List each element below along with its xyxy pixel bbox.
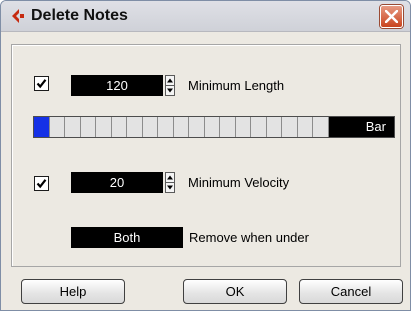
min-length-checkbox[interactable] [34, 76, 49, 91]
title-bar[interactable]: Delete Notes [1, 1, 410, 32]
decrement-button[interactable] [166, 183, 174, 192]
bar-cell[interactable] [220, 117, 236, 137]
ok-button[interactable]: OK [183, 279, 287, 304]
bar-cell[interactable] [65, 117, 81, 137]
bar-cell[interactable] [127, 117, 143, 137]
bar-cell[interactable] [96, 117, 112, 137]
bar-position-strip[interactable]: Bar [33, 116, 395, 138]
bar-cell[interactable] [189, 117, 205, 137]
close-icon [385, 10, 398, 23]
checkmark-icon [36, 79, 47, 89]
bar-cell[interactable] [297, 117, 313, 137]
min-velocity-label: Minimum Velocity [188, 175, 290, 190]
cancel-button[interactable]: Cancel [299, 279, 403, 304]
min-velocity-spinner[interactable] [165, 172, 175, 193]
min-velocity-field[interactable]: 20 [71, 172, 163, 193]
bar-cell[interactable] [158, 117, 174, 137]
min-length-spinner[interactable] [165, 75, 175, 96]
delete-notes-dialog: Delete Notes 120 Minimum Length Bar 20 M… [0, 0, 411, 311]
min-velocity-checkbox[interactable] [34, 176, 49, 191]
bar-cell[interactable] [34, 117, 50, 137]
bar-cell[interactable] [142, 117, 158, 137]
bar-cell[interactable] [49, 117, 65, 137]
min-length-label: Minimum Length [188, 78, 285, 93]
arrow-down-icon [167, 185, 173, 190]
bar-cell[interactable] [111, 117, 127, 137]
checkmark-icon [36, 179, 47, 189]
bar-cell[interactable] [204, 117, 220, 137]
min-length-field[interactable]: 120 [71, 75, 163, 96]
arrow-up-icon [167, 78, 173, 83]
bar-cell[interactable] [235, 117, 251, 137]
bar-cell[interactable] [251, 117, 267, 137]
cubase-logo-icon [11, 8, 25, 24]
bar-cell[interactable] [313, 117, 329, 137]
remove-when-under-label: Remove when under [189, 230, 309, 245]
bar-cell[interactable] [80, 117, 96, 137]
bar-label: Bar [365, 119, 386, 134]
help-button[interactable]: Help [21, 279, 125, 304]
arrow-down-icon [167, 88, 173, 93]
bar-cell[interactable] [173, 117, 189, 137]
bar-cell[interactable] [282, 117, 298, 137]
arrow-up-icon [167, 175, 173, 180]
bar-cell[interactable] [266, 117, 282, 137]
window-title: Delete Notes [31, 7, 128, 24]
increment-button[interactable] [166, 173, 174, 183]
remove-mode-selector[interactable]: Both [71, 227, 183, 248]
decrement-button[interactable] [166, 86, 174, 95]
increment-button[interactable] [166, 76, 174, 86]
close-button[interactable] [380, 5, 403, 28]
